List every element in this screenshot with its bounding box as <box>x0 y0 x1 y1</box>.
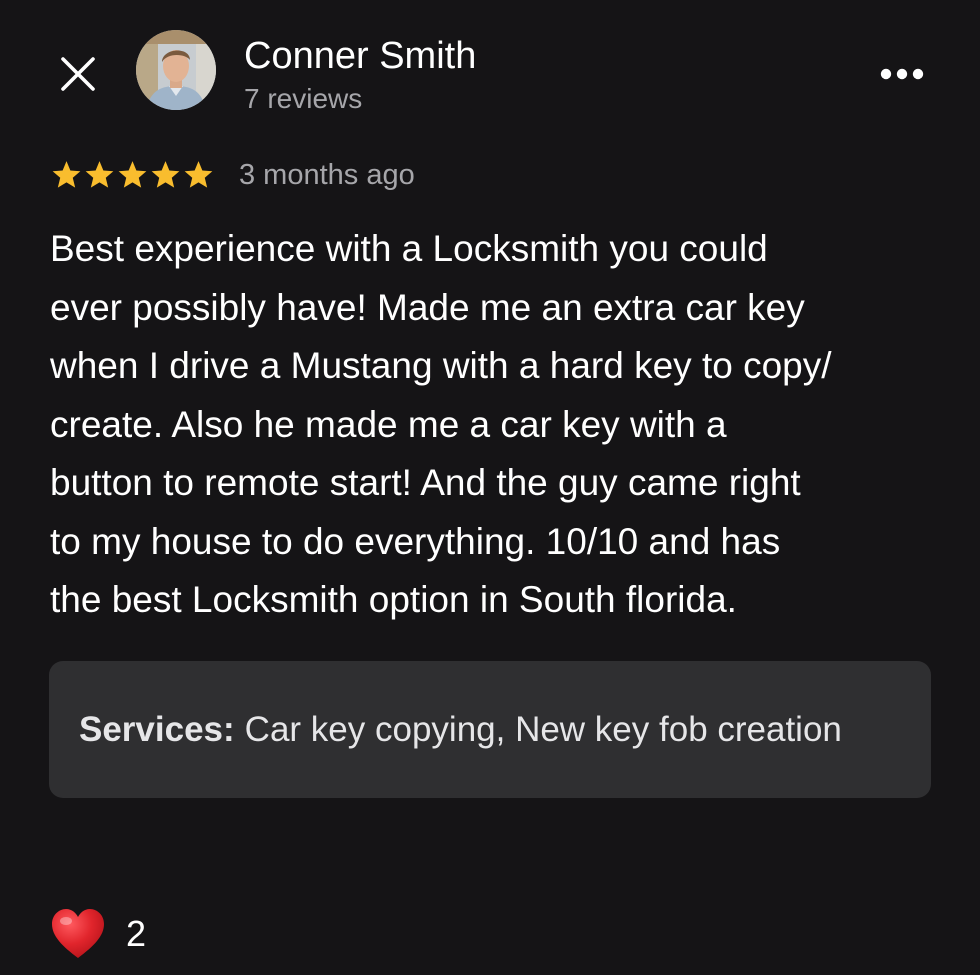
reaction-count: 2 <box>126 913 147 954</box>
star-icon <box>85 161 114 188</box>
avatar[interactable] <box>136 30 216 110</box>
heart-icon <box>52 909 104 958</box>
rating-row: 3 months ago <box>50 154 415 196</box>
services-value: Car key copying, New key fob creation <box>244 709 842 749</box>
more-options-button[interactable] <box>872 52 932 96</box>
review-date: 3 months ago <box>239 158 415 191</box>
close-icon <box>61 57 95 91</box>
star-rating <box>50 159 215 191</box>
star-icon <box>151 161 180 188</box>
services-label: Services: <box>79 709 235 749</box>
close-button[interactable] <box>54 50 102 98</box>
star-icon <box>184 161 213 188</box>
star-icon <box>118 161 147 188</box>
reviewer-name[interactable]: Conner Smith <box>244 34 476 78</box>
more-horizontal-icon <box>880 68 924 80</box>
avatar-photo <box>136 30 216 110</box>
review-text: Best experience with a Locksmith you cou… <box>50 228 832 620</box>
services-box: Services: Car key copying, New key fob c… <box>49 661 931 798</box>
like-button[interactable]: 2 <box>50 906 146 962</box>
review-count: 7 reviews <box>244 83 363 114</box>
star-icon <box>52 161 81 188</box>
